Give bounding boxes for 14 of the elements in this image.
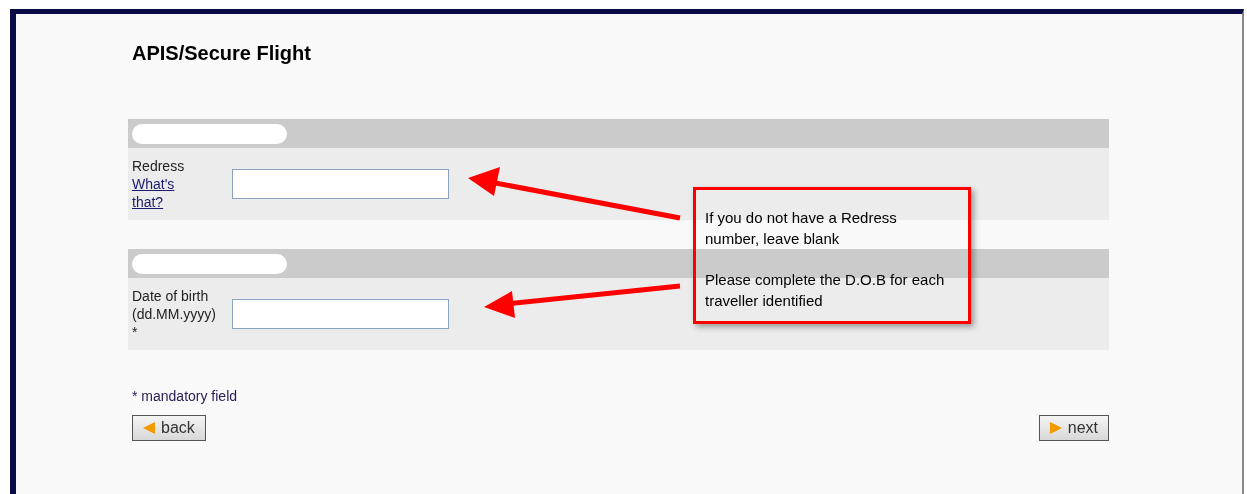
required-marker: * [132, 323, 139, 341]
input-field[interactable] [232, 299, 449, 329]
input-field[interactable] [232, 169, 449, 199]
callout-text: If you do not have a Redress number, leave blank [705, 208, 898, 249]
next-button[interactable]: next [1038, 415, 1109, 441]
right-triangle-icon [1049, 422, 1062, 434]
left-triangle-icon [143, 422, 155, 434]
mandatory-note: * mandatory field [132, 387, 239, 406]
callout-text: Please complete the D.O.B for each traveller identified [705, 270, 945, 311]
back-button[interactable]: back [132, 415, 206, 441]
field-label: Date of birth (dd.MM.yyyy) [132, 287, 217, 323]
field-label: Redress [132, 157, 186, 175]
page-title: APIS/Secure Flight [132, 41, 312, 66]
help-link[interactable]: What's that? [132, 175, 192, 211]
